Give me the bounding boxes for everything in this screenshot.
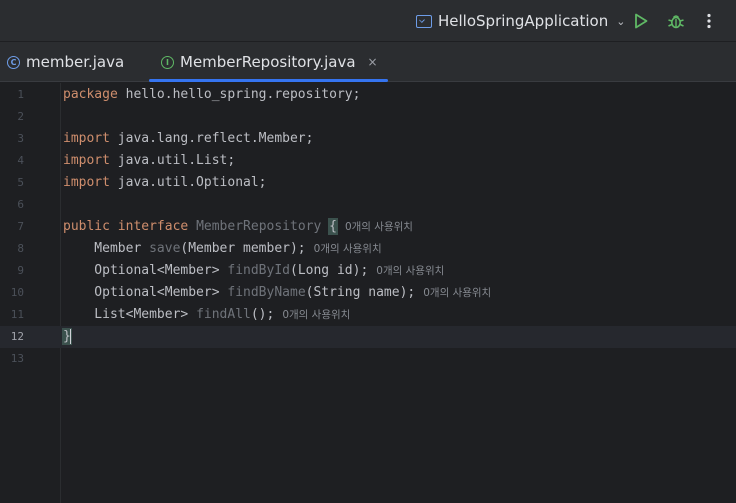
tab-member-repository-java[interactable]: I MemberRepository.java × bbox=[149, 42, 388, 82]
run-config-label: HelloSpringApplication bbox=[438, 12, 609, 30]
code-text: Optional<Member> findByName(String name)… bbox=[63, 285, 492, 300]
code-line: 5 import java.util.Optional; bbox=[0, 172, 736, 194]
run-button[interactable] bbox=[630, 10, 652, 32]
usage-hint[interactable]: 0개의 사용위치 bbox=[314, 243, 382, 255]
close-icon[interactable]: × bbox=[368, 55, 378, 69]
run-icon bbox=[635, 13, 648, 29]
text-caret bbox=[69, 328, 71, 345]
code-text: package hello.hello_spring.repository; bbox=[63, 87, 361, 102]
code-line: 10 Optional<Member> findByName(String na… bbox=[0, 282, 736, 304]
usage-hint[interactable]: 0개의 사용위치 bbox=[376, 265, 444, 277]
line-number: 5 bbox=[17, 176, 24, 189]
usage-hint[interactable]: 0개의 사용위치 bbox=[345, 221, 413, 233]
run-config-icon bbox=[416, 14, 432, 28]
code-line: 6 bbox=[0, 194, 736, 216]
code-text: public interface MemberRepository {0개의 사… bbox=[63, 218, 413, 235]
code-text: Member save(Member member); 0개의 사용위치 bbox=[63, 241, 382, 256]
bug-icon bbox=[668, 15, 684, 29]
interface-icon: I bbox=[161, 55, 174, 69]
code-text: } bbox=[62, 328, 72, 345]
tab-member-java[interactable]: C member.java bbox=[7, 42, 124, 82]
usage-hint[interactable]: 0개의 사용위치 bbox=[282, 309, 350, 321]
code-line-current: 12 } bbox=[0, 326, 736, 348]
more-vertical-icon bbox=[707, 13, 711, 29]
tab-label: member.java bbox=[26, 53, 125, 71]
class-icon: C bbox=[7, 55, 20, 69]
code-line: 3 import java.lang.reflect.Member; bbox=[0, 128, 736, 150]
line-number: 8 bbox=[17, 242, 24, 255]
line-number: 12 bbox=[10, 330, 24, 343]
line-number: 4 bbox=[17, 154, 24, 167]
code-line: 13 bbox=[0, 348, 736, 370]
code-text: import java.util.List; bbox=[63, 153, 236, 168]
line-number: 11 bbox=[10, 308, 24, 321]
code-line: 4 import java.util.List; bbox=[0, 150, 736, 172]
line-number: 13 bbox=[10, 352, 24, 365]
line-number: 10 bbox=[10, 286, 24, 299]
debug-button[interactable] bbox=[665, 10, 687, 32]
code-line: 2 bbox=[0, 106, 736, 128]
code-text: Optional<Member> findById(Long id); 0개의 사… bbox=[63, 263, 445, 278]
code-line: 9 Optional<Member> findById(Long id); 0개의… bbox=[0, 260, 736, 282]
code-line: 1 package hello.hello_spring.repository; bbox=[0, 84, 736, 106]
line-number: 1 bbox=[17, 88, 24, 101]
run-configuration-selector[interactable]: HelloSpringApplication ⌄ bbox=[412, 8, 629, 34]
code-line: 11 List<Member> findAll(); 0개의 사용위치 bbox=[0, 304, 736, 326]
code-line: 8 Member save(Member member); 0개의 사용위치 bbox=[0, 238, 736, 260]
main-toolbar: HelloSpringApplication ⌄ bbox=[0, 0, 736, 42]
line-number: 7 bbox=[17, 220, 24, 233]
line-number: 3 bbox=[17, 132, 24, 145]
code-text: import java.lang.reflect.Member; bbox=[63, 131, 314, 146]
more-options-button[interactable] bbox=[698, 10, 720, 32]
editor-tabs: C member.java I MemberRepository.java × bbox=[0, 42, 736, 82]
line-number: 9 bbox=[17, 264, 24, 277]
code-editor[interactable]: 1 package hello.hello_spring.repository;… bbox=[0, 83, 736, 503]
code-text: import java.util.Optional; bbox=[63, 175, 267, 190]
chevron-down-icon: ⌄ bbox=[616, 14, 626, 28]
code-line: 7 public interface MemberRepository {0개의… bbox=[0, 216, 736, 238]
code-text: List<Member> findAll(); 0개의 사용위치 bbox=[63, 307, 351, 322]
tab-label: MemberRepository.java bbox=[180, 53, 356, 71]
line-number: 6 bbox=[17, 198, 24, 211]
line-number: 2 bbox=[17, 110, 24, 123]
usage-hint[interactable]: 0개의 사용위치 bbox=[423, 287, 491, 299]
